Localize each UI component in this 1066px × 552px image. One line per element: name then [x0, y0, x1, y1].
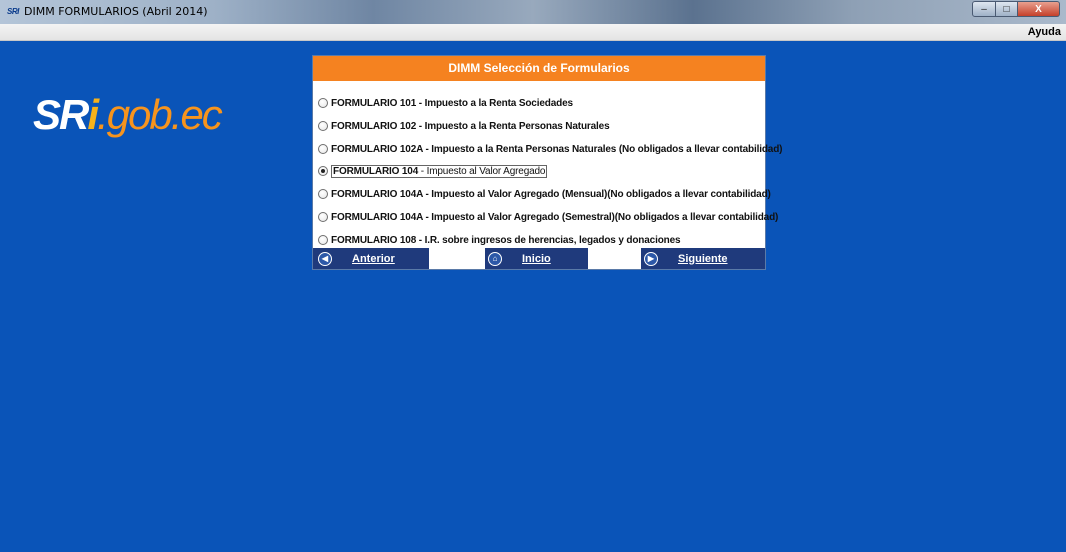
radio-icon[interactable]: [318, 235, 328, 245]
home-button[interactable]: ⌂ Inicio: [488, 248, 551, 269]
option-form-108[interactable]: FORMULARIO 108 - I.R. sobre ingresos de …: [318, 232, 681, 248]
next-label: Siguiente: [678, 252, 728, 265]
logo-part-i: i: [87, 91, 99, 138]
previous-icon: ◀: [318, 251, 332, 266]
window-title: DIMM FORMULARIOS (Abril 2014): [24, 5, 208, 18]
dialog-title: DIMM Selección de Formularios: [313, 56, 765, 81]
radio-icon[interactable]: [318, 189, 328, 199]
option-desc: - Impuesto a la Renta Personas Naturales…: [422, 143, 783, 155]
option-form-104a-mensual[interactable]: FORMULARIO 104A - Impuesto al Valor Agre…: [318, 186, 771, 202]
nav-separator: [429, 248, 485, 269]
logo-part-sr: SR: [33, 91, 89, 138]
option-desc: - Impuesto al Valor Agregado (Semestral)…: [422, 211, 779, 223]
option-desc: - Impuesto a la Renta Sociedades: [416, 97, 573, 109]
nav-separator: [588, 248, 641, 269]
option-desc: - I.R. sobre ingresos de herencias, lega…: [416, 234, 681, 246]
option-form-102[interactable]: FORMULARIO 102 - Impuesto a la Renta Per…: [318, 118, 610, 134]
option-code: FORMULARIO 104A: [331, 211, 423, 223]
menu-bar: Ayuda: [0, 24, 1066, 41]
option-code: FORMULARIO 108: [331, 234, 417, 246]
option-desc: - Impuesto a la Renta Personas Naturales: [416, 120, 610, 132]
option-code: FORMULARIO 104: [333, 165, 419, 177]
option-form-101[interactable]: FORMULARIO 101 - Impuesto a la Renta Soc…: [318, 95, 573, 111]
previous-button[interactable]: ◀ Anterior: [318, 248, 395, 269]
close-button[interactable]: X: [1018, 1, 1060, 17]
radio-selected-icon[interactable]: [318, 166, 328, 176]
option-code: FORMULARIO 102A: [331, 143, 423, 155]
title-bar: SRI DIMM FORMULARIOS (Abril 2014) – □ X: [0, 0, 1066, 24]
next-icon: ▶: [644, 251, 658, 266]
radio-icon[interactable]: [318, 144, 328, 154]
option-code: FORMULARIO 101: [331, 97, 417, 109]
option-code: FORMULARIO 104A: [331, 188, 423, 200]
app-logo-icon: SRI: [7, 7, 19, 16]
option-desc: - Impuesto al Valor Agregado (Mensual)(N…: [422, 188, 771, 200]
minimize-icon: –: [981, 3, 987, 15]
maximize-icon: □: [1003, 3, 1010, 15]
radio-icon[interactable]: [318, 98, 328, 108]
maximize-button[interactable]: □: [996, 1, 1018, 17]
option-form-102a[interactable]: FORMULARIO 102A - Impuesto a la Renta Pe…: [318, 141, 783, 157]
sri-logo: SRi.gob.ec: [33, 91, 223, 138]
next-button[interactable]: ▶ Siguiente: [644, 248, 728, 269]
option-form-104a-semestral[interactable]: FORMULARIO 104A - Impuesto al Valor Agre…: [318, 209, 778, 225]
previous-label: Anterior: [352, 252, 395, 265]
minimize-button[interactable]: –: [972, 1, 996, 17]
logo-part-domain: .gob.ec: [97, 91, 223, 138]
option-form-104[interactable]: FORMULARIO 104 - Impuesto al Valor Agreg…: [318, 163, 548, 179]
home-label: Inicio: [522, 252, 551, 265]
menu-help[interactable]: Ayuda: [1028, 26, 1061, 38]
home-icon: ⌂: [488, 251, 502, 266]
radio-icon[interactable]: [318, 212, 328, 222]
window-controls: – □ X: [972, 1, 1060, 17]
option-desc: - Impuesto al Valor Agregado: [418, 165, 546, 177]
form-selection-dialog: DIMM Selección de Formularios FORMULARIO…: [312, 55, 783, 270]
close-icon: X: [1035, 3, 1042, 15]
radio-icon[interactable]: [318, 121, 328, 131]
navigation-bar: ◀ Anterior ⌂ Inicio ▶ Siguiente: [313, 248, 765, 269]
option-code: FORMULARIO 102: [331, 120, 417, 132]
